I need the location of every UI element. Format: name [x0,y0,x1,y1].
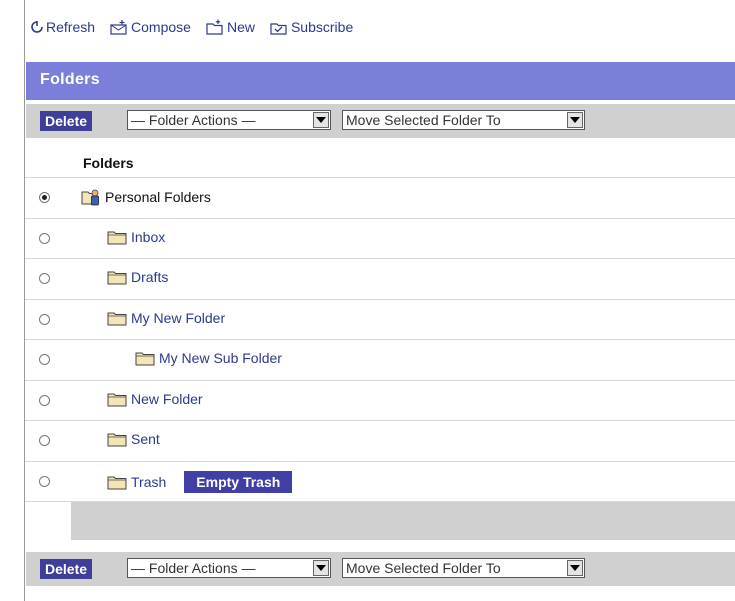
folders-panel: Folders Delete — Folder Actions — Move S… [25,62,735,601]
folder-icon [107,433,127,447]
refresh-button[interactable]: Refresh [30,19,95,35]
subscribe-button[interactable]: Subscribe [269,19,353,35]
compose-button[interactable]: Compose [109,19,191,35]
folder-radio[interactable] [39,435,50,446]
folder-radio[interactable] [39,475,50,487]
table-row: Trash Empty Trash [25,462,735,502]
footer-gray-band [71,502,735,540]
folder-link-new-folder[interactable]: New Folder [107,391,203,407]
folder-label: Drafts [131,269,169,285]
top-action-bar: Delete — Folder Actions — Move Selected … [26,104,735,138]
folder-link-personal-folders[interactable]: Personal Folders [81,188,211,206]
new-label: New [226,19,255,35]
folder-radio[interactable] [39,354,50,365]
folder-link-inbox[interactable]: Inbox [107,229,165,245]
table-row: My New Folder [25,300,735,340]
folder-actions-select-bottom[interactable]: — Folder Actions — [127,558,331,578]
table-footer-spacer [25,502,735,540]
folder-radio[interactable] [39,313,50,325]
table-row: Drafts [25,259,735,300]
move-folder-select-top[interactable]: Move Selected Folder To [342,110,585,130]
folder-icon [107,393,127,406]
folder-icon [107,271,127,285]
chevron-down-icon [313,112,329,128]
column-header-folders: Folders [83,155,134,171]
bottom-action-bar: Delete — Folder Actions — Move Selected … [26,552,735,586]
move-folder-value: Move Selected Folder To [346,560,501,576]
chevron-down-icon [567,560,583,576]
new-button[interactable]: New [205,19,255,35]
new-folder-icon [206,19,223,35]
table-row: New Folder [25,381,735,421]
folder-radio[interactable] [39,192,50,203]
table-row: Inbox [25,219,735,259]
table-row: My New Sub Folder [25,340,735,381]
folder-label: Sent [131,431,160,447]
folder-link-sent[interactable]: Sent [107,431,160,447]
panel-title: Folders [40,71,100,88]
folder-label: Personal Folders [105,189,211,205]
table-header-row: Folders [25,146,735,178]
folder-link-drafts[interactable]: Drafts [107,269,168,285]
subscribe-icon [270,23,287,35]
compose-label: Compose [131,19,191,35]
folder-label: Inbox [131,228,166,245]
folders-table: Folders Personal Folders Inbox Drafts My… [25,146,735,540]
empty-trash-button[interactable]: Empty Trash [184,470,293,493]
folder-actions-value: — Folder Actions — [131,560,256,576]
move-folder-value: Move Selected Folder To [346,112,501,128]
folder-radio[interactable] [39,273,50,284]
move-folder-select-bottom[interactable]: Move Selected Folder To [342,558,585,578]
panel-title-bar: Folders [26,62,735,100]
folder-icon [107,231,127,244]
folder-icon [107,312,127,325]
compose-icon [110,20,127,35]
folder-label: New Folder [131,390,203,407]
folder-label: My New Folder [131,309,226,326]
folder-radio[interactable] [39,394,50,406]
folder-radio[interactable] [39,232,50,244]
refresh-icon [31,21,43,33]
folder-icon [135,352,155,366]
subscribe-label: Subscribe [290,19,354,35]
folder-actions-value: — Folder Actions — [131,112,256,128]
folder-link-my-new-folder[interactable]: My New Folder [107,310,225,326]
folder-label: My New Sub Folder [159,350,282,366]
toolbar: Refresh Compose New Subscribe [30,14,353,40]
table-row: Sent [25,421,735,462]
personal-folders-icon [81,189,99,206]
folder-label: Trash [131,473,167,490]
folder-actions-select-top[interactable]: — Folder Actions — [127,110,331,130]
refresh-label: Refresh [46,19,96,35]
chevron-down-icon [567,112,583,128]
table-row: Personal Folders [25,178,735,219]
delete-button-top[interactable]: Delete [40,111,93,131]
folder-icon [107,476,127,489]
folder-link-my-new-sub-folder[interactable]: My New Sub Folder [135,350,282,366]
chevron-down-icon [313,560,329,576]
delete-button-bottom[interactable]: Delete [40,559,93,579]
folder-link-trash[interactable]: Trash Empty Trash [107,470,293,493]
